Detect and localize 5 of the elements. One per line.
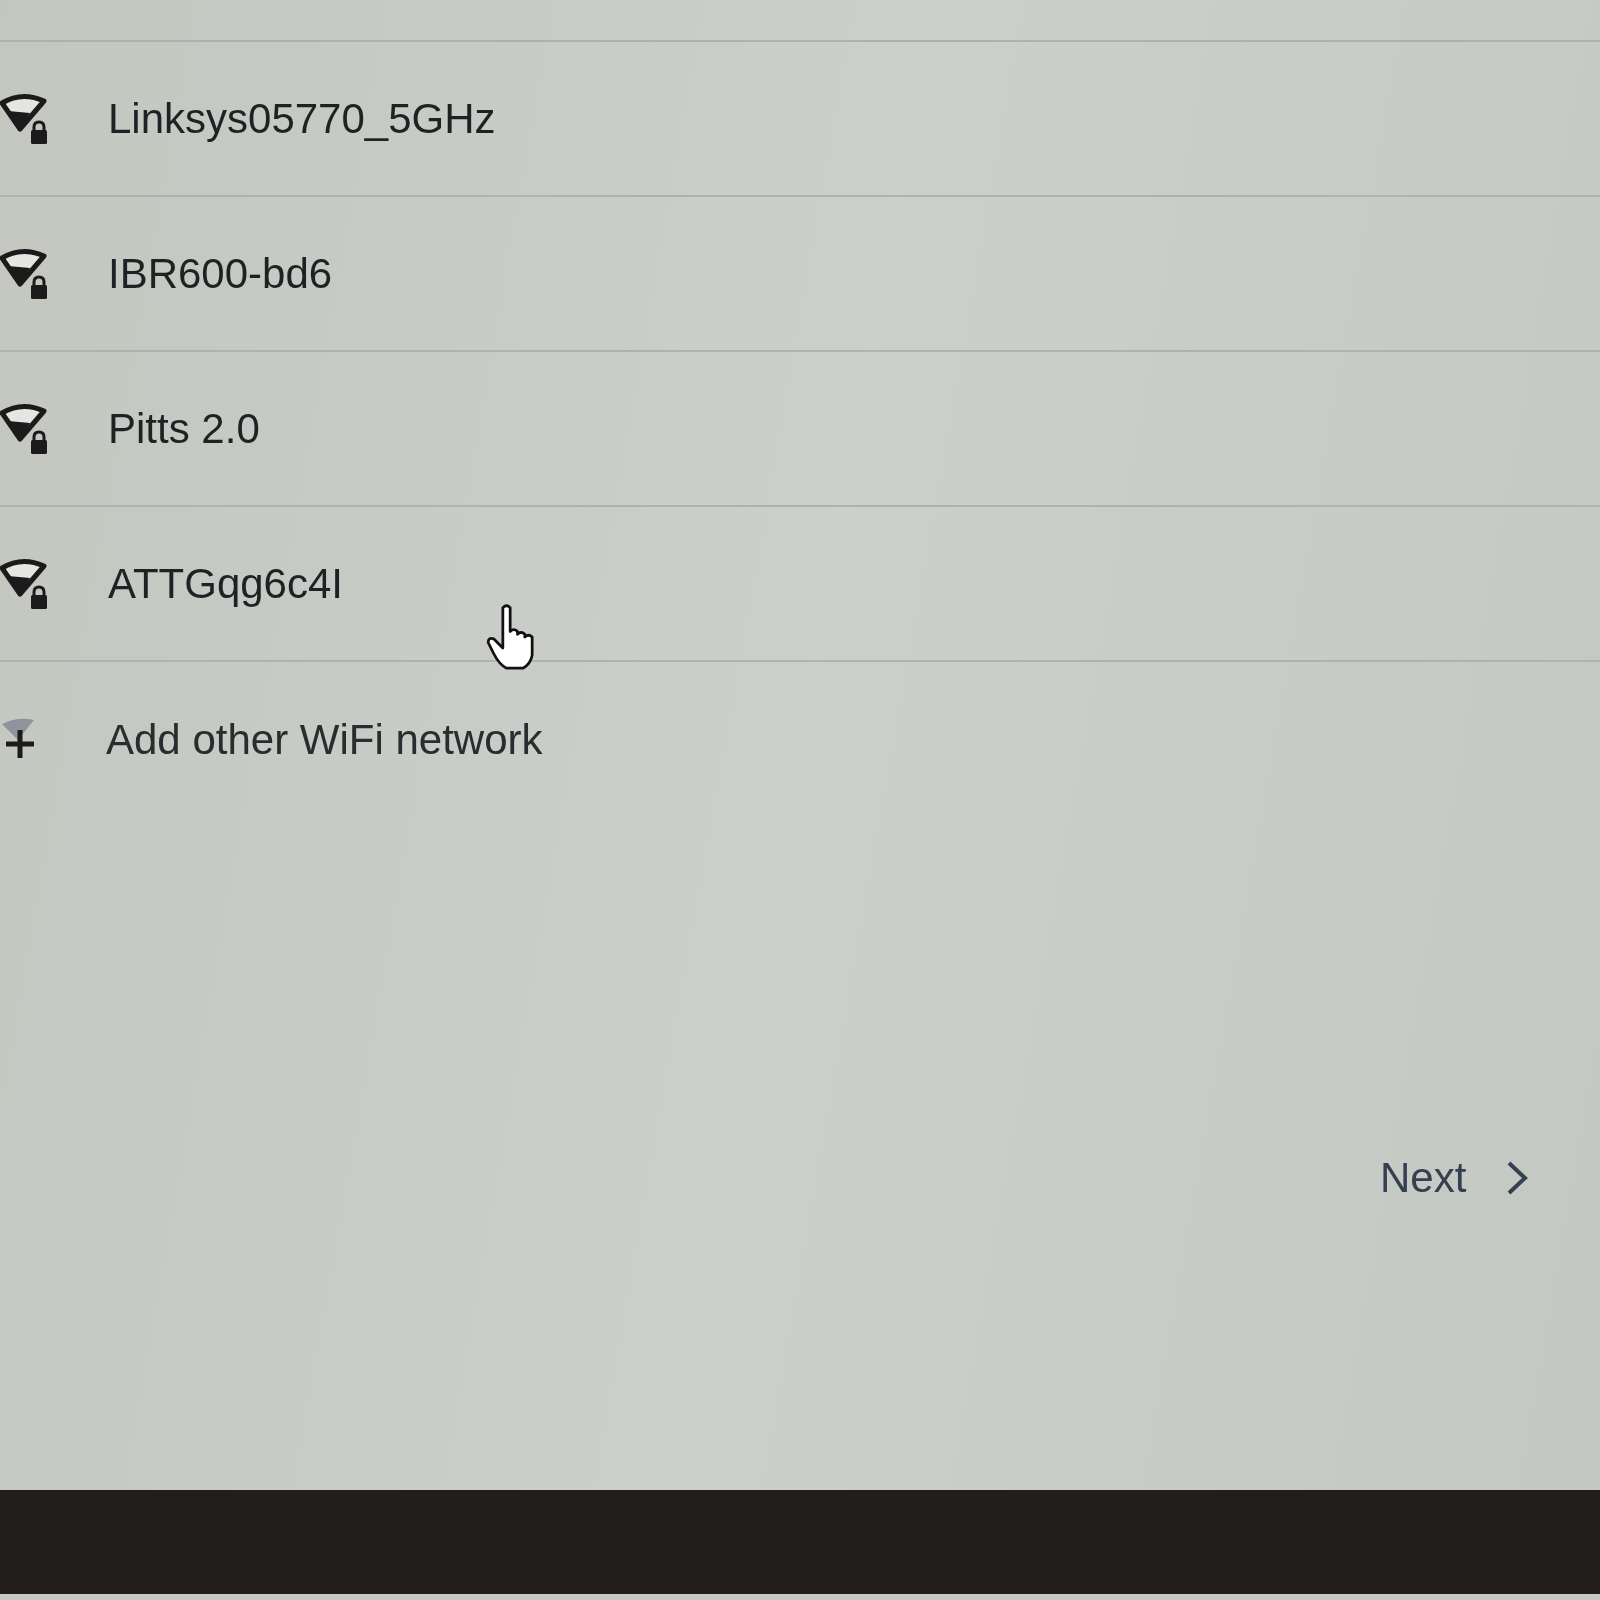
network-list-item[interactable]: Pitts 2.0	[0, 352, 1600, 507]
add-network-item[interactable]: Add other WiFi network	[0, 662, 1600, 817]
next-button[interactable]: Next	[1370, 1140, 1541, 1215]
network-list-item[interactable]: IBR600-bd6	[0, 197, 1600, 352]
network-list-item[interactable]: Linksys05770_5GHz	[0, 42, 1600, 197]
